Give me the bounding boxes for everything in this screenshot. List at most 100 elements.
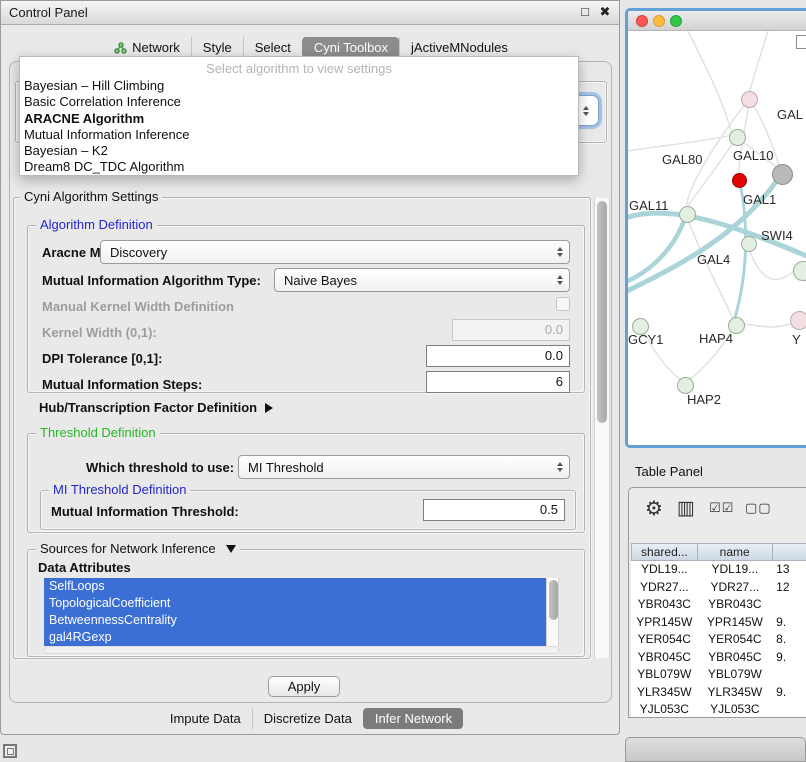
stepper-icon [557, 247, 563, 257]
tab-infer-network-label: Infer Network [375, 708, 452, 729]
deselect-all-columns-icon[interactable]: ▢▢ [745, 500, 772, 516]
cell[interactable]: 9. [772, 684, 806, 702]
cell[interactable] [772, 596, 806, 614]
cell[interactable]: YBR045C [698, 649, 773, 667]
network-node[interactable] [729, 129, 746, 146]
network-node[interactable] [679, 206, 696, 223]
column-header-name[interactable]: name [698, 543, 773, 561]
popup-item-bayesian-hill[interactable]: Bayesian – Hill Climbing [20, 78, 578, 94]
cell[interactable]: YPR145W [698, 614, 773, 632]
table-row[interactable]: YBL079W YBL079W [631, 666, 806, 684]
minimize-icon[interactable]: □ [577, 4, 593, 19]
list-item-gal4rgexp[interactable]: gal4RGexp [44, 629, 546, 646]
mi-threshold-field[interactable]: 0.5 [423, 499, 565, 521]
cell[interactable]: YLR345W [698, 684, 773, 702]
apply-button[interactable]: Apply [268, 676, 340, 697]
gear-icon[interactable]: ⚙ [645, 496, 663, 521]
tab-discretize-data[interactable]: Discretize Data [252, 708, 363, 729]
cell[interactable]: YER054C [631, 631, 698, 649]
table-row[interactable]: YPR145W YPR145W 9. [631, 614, 806, 632]
sources-group-toggle[interactable]: Sources for Network Inference [36, 541, 240, 556]
birdseye-corner-widget[interactable] [796, 35, 806, 49]
attributes-scrollbar-thumb[interactable] [549, 580, 558, 620]
attributes-hscrollbar[interactable] [44, 646, 559, 654]
tab-select[interactable]: Select [243, 37, 302, 58]
cell[interactable] [772, 701, 806, 718]
which-threshold-select[interactable]: MI Threshold [238, 455, 570, 479]
hub-definition-toggle[interactable]: Hub/Transcription Factor Definition [39, 400, 273, 415]
select-all-columns-icon[interactable]: ☑☑ [709, 500, 734, 516]
network-node[interactable] [741, 236, 757, 252]
dpi-tolerance-field[interactable]: 0.0 [426, 345, 570, 367]
cell[interactable]: 9. [772, 649, 806, 667]
columns-icon[interactable]: ▥ [677, 497, 695, 520]
popup-item-basic-correlation[interactable]: Basic Correlation Inference [20, 94, 578, 110]
docked-window-titlebar[interactable] [625, 737, 806, 762]
cell[interactable]: YBL079W [698, 666, 773, 684]
close-traffic-light[interactable] [636, 15, 648, 27]
cell[interactable]: YBL079W [631, 666, 698, 684]
minimize-traffic-light[interactable] [653, 15, 665, 27]
popup-item-aracne[interactable]: ARACNE Algorithm [20, 111, 578, 127]
tab-jactivemnodules[interactable]: jActiveMNodules [399, 37, 519, 58]
tab-impute-data[interactable]: Impute Data [159, 708, 252, 729]
table-row[interactable]: YBR043C YBR043C [631, 596, 806, 614]
table-row[interactable]: YDL19... YDL19... 13 [631, 561, 806, 579]
settings-scrollbar-thumb[interactable] [597, 201, 607, 423]
table-row[interactable]: YBR045C YBR045C 9. [631, 649, 806, 667]
aracne-mode-select[interactable]: Discovery [100, 240, 570, 264]
cell[interactable]: 12 [772, 579, 806, 597]
cell[interactable] [772, 666, 806, 684]
close-icon[interactable]: ✖ [597, 4, 613, 20]
attributes-scrollbar-track[interactable] [546, 578, 559, 646]
tab-network[interactable]: Network [103, 37, 191, 58]
column-header-extra[interactable] [773, 543, 806, 561]
cell[interactable]: 9. [772, 614, 806, 632]
cell[interactable]: YBR043C [698, 596, 773, 614]
cell[interactable]: 13 [772, 561, 806, 579]
network-node[interactable] [772, 164, 793, 185]
mi-type-select[interactable]: Naive Bayes [274, 268, 570, 292]
cell[interactable]: YPR145W [631, 614, 698, 632]
cell[interactable]: YLR345W [631, 684, 698, 702]
tab-style[interactable]: Style [191, 37, 243, 58]
list-item-selfloops[interactable]: SelfLoops [44, 578, 546, 595]
column-header-shared[interactable]: shared... [631, 543, 698, 561]
network-node[interactable] [793, 261, 806, 281]
table-row[interactable]: YDR27... YDR27... 12 [631, 579, 806, 597]
table-row[interactable]: YJL053C YJL053C [631, 701, 806, 718]
cell[interactable]: YDL19... [698, 561, 773, 579]
cell[interactable]: YBR043C [631, 596, 698, 614]
popup-item-bayesian-k2[interactable]: Bayesian – K2 [20, 143, 578, 159]
control-panel-window: Control Panel □ ✖ Network Style Select [0, 0, 620, 735]
cell[interactable]: YDR27... [631, 579, 698, 597]
top-tabstrip: Network Style Select Cyni Toolbox jActiv… [1, 37, 621, 58]
table-row[interactable]: YER054C YER054C 8. [631, 631, 806, 649]
cell[interactable]: YBR045C [631, 649, 698, 667]
cell[interactable]: YJL053C [631, 701, 698, 718]
list-item-betweennesscentrality[interactable]: BetweennessCentrality [44, 612, 546, 629]
minimized-panel-icon[interactable] [3, 744, 17, 758]
network-node[interactable] [790, 311, 806, 330]
table-row[interactable]: YLR345W YLR345W 9. [631, 684, 806, 702]
cell[interactable]: YJL053C [698, 701, 773, 718]
list-item-topologicalcoefficient[interactable]: TopologicalCoefficient [44, 595, 546, 612]
cell[interactable]: YER054C [698, 631, 773, 649]
mi-steps-field[interactable]: 6 [426, 371, 570, 393]
settings-scrollbar-track[interactable] [594, 198, 610, 658]
network-canvas[interactable]: GAL GAL80 GAL10 GAL11 GAL1 SWI4 GAL4 GCY… [628, 31, 806, 445]
network-node[interactable] [741, 91, 758, 108]
tab-infer-network[interactable]: Infer Network [363, 708, 463, 729]
tab-cyni-toolbox[interactable]: Cyni Toolbox [302, 37, 399, 58]
popup-item-dream8[interactable]: Dream8 DC_TDC Algorithm [20, 159, 578, 175]
cell[interactable]: 8. [772, 631, 806, 649]
kernel-width-field: 0.0 [452, 319, 570, 341]
aracne-mode-value: Discovery [110, 245, 557, 260]
table-header-row: shared... name [631, 543, 806, 561]
zoom-traffic-light[interactable] [670, 15, 682, 27]
network-node[interactable] [732, 173, 747, 188]
cell[interactable]: YDL19... [631, 561, 698, 579]
cell[interactable]: YDR27... [698, 579, 773, 597]
node-label: GAL10 [733, 148, 773, 163]
popup-item-mutual-information[interactable]: Mutual Information Inference [20, 127, 578, 143]
